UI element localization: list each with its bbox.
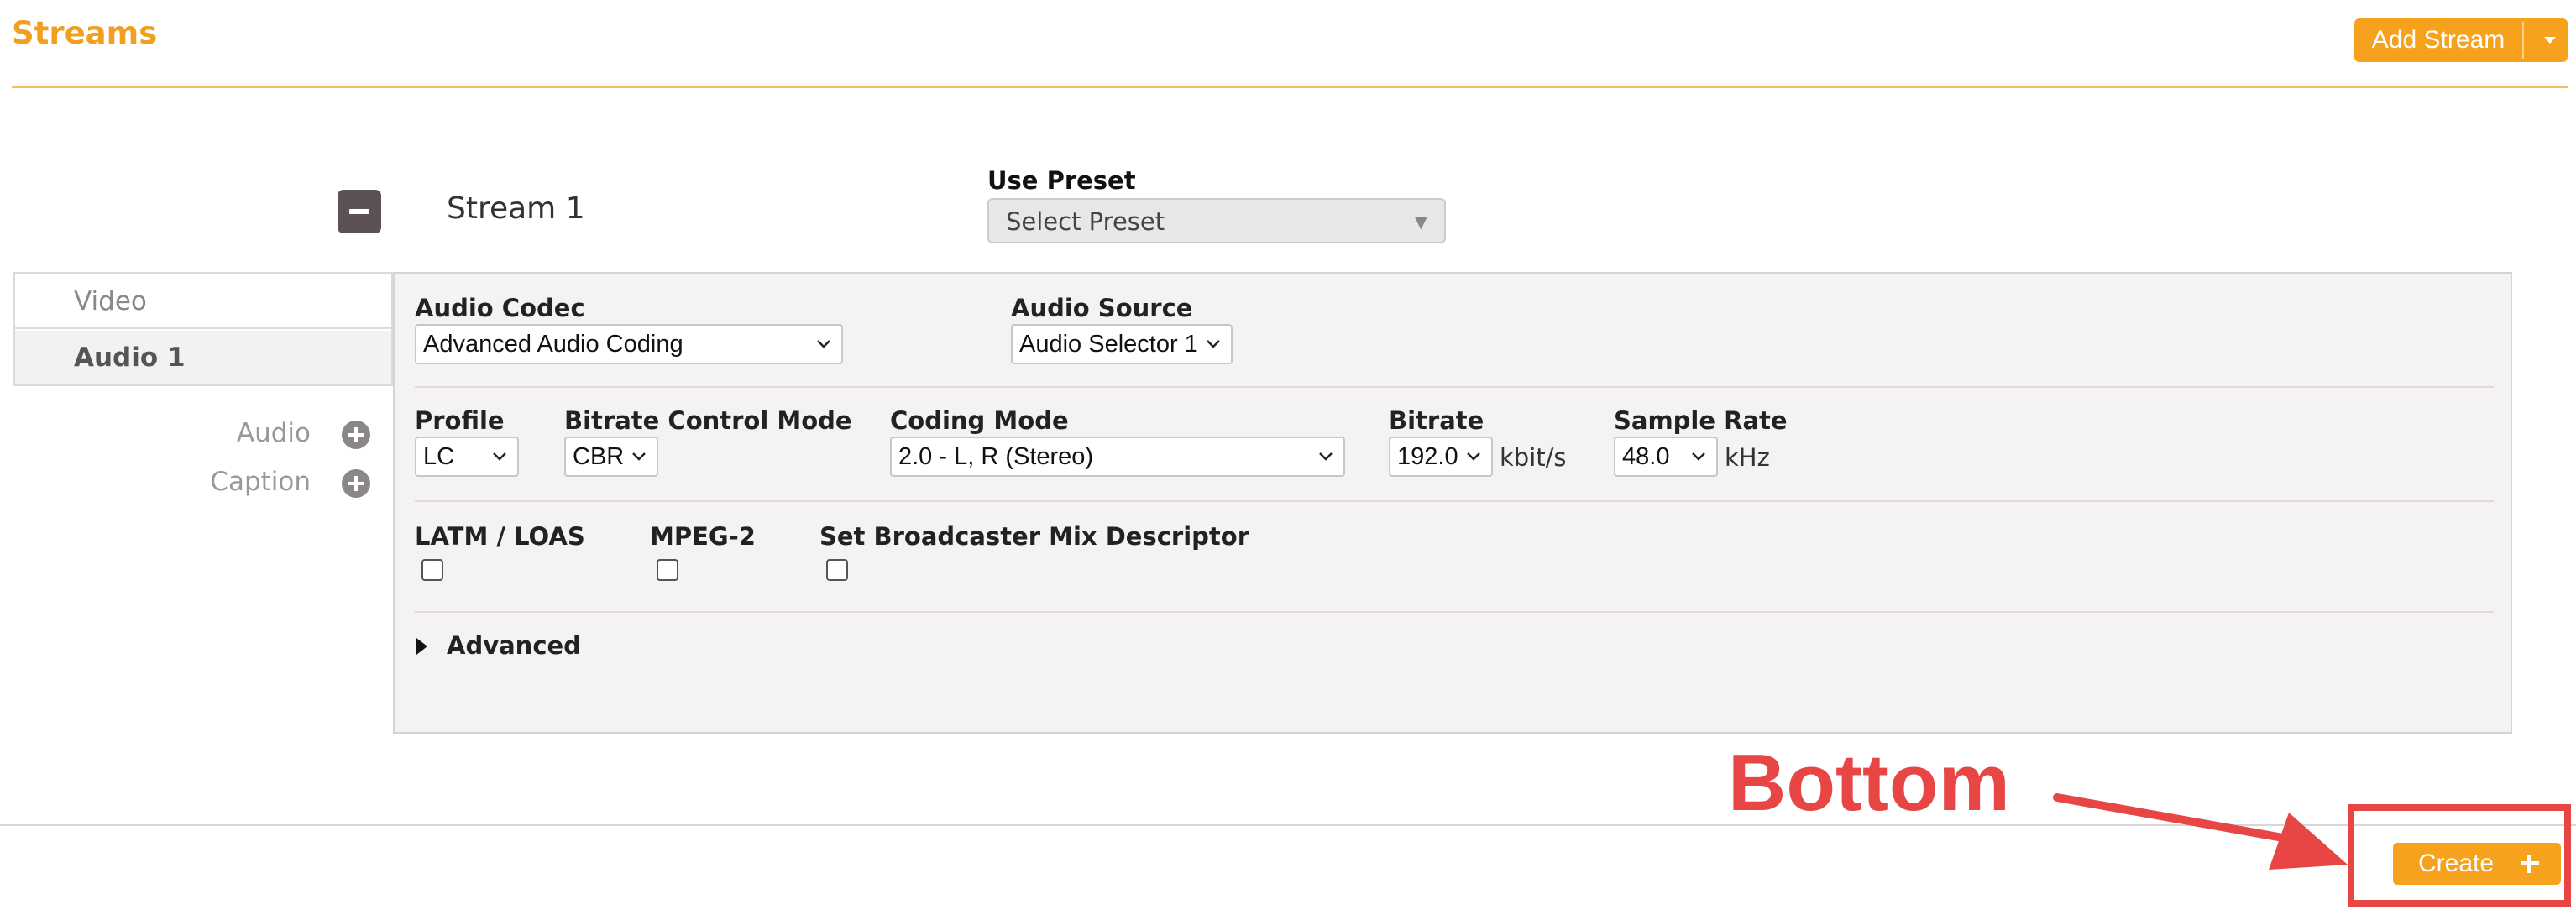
track-tabs: Video Audio 1 bbox=[13, 272, 393, 386]
bitrate-select[interactable]: 192.0 bbox=[1389, 437, 1493, 477]
header-divider bbox=[12, 86, 2568, 88]
chevron-down-icon bbox=[632, 452, 646, 461]
latm-label: LATM / LOAS bbox=[415, 522, 585, 551]
tab-video[interactable]: Video bbox=[15, 274, 391, 329]
sample-rate-select[interactable]: 48.0 bbox=[1614, 437, 1718, 477]
create-button[interactable]: Create bbox=[2393, 843, 2561, 885]
preset-label: Use Preset bbox=[987, 166, 1136, 195]
chevron-down-icon bbox=[1467, 452, 1480, 461]
bitrate-value: 192.0 bbox=[1397, 443, 1458, 470]
minus-icon bbox=[349, 209, 369, 214]
chevron-down-icon bbox=[1207, 340, 1220, 348]
preset-value: Select Preset bbox=[1006, 207, 1165, 236]
section-divider bbox=[415, 500, 2494, 502]
add-stream-button[interactable]: Add Stream bbox=[2354, 18, 2568, 62]
sample-rate-unit: kHz bbox=[1725, 443, 1770, 472]
chevron-down-icon bbox=[1692, 452, 1705, 461]
audio-source-value: Audio Selector 1 bbox=[1019, 331, 1198, 358]
annotation-text: Bottom bbox=[1728, 738, 2010, 828]
tab-audio-1[interactable]: Audio 1 bbox=[15, 331, 391, 384]
plus-circle-icon[interactable] bbox=[342, 421, 370, 449]
mpeg2-label: MPEG-2 bbox=[650, 522, 756, 551]
triangle-down-icon: ▼ bbox=[1414, 212, 1427, 232]
preset-select[interactable]: Select Preset ▼ bbox=[987, 198, 1446, 243]
bitrate-mode-select[interactable]: CBR bbox=[564, 437, 658, 477]
coding-mode-value: 2.0 - L, R (Stereo) bbox=[898, 443, 1094, 470]
annotation-arrow-icon bbox=[2053, 793, 2348, 870]
audio-codec-label: Audio Codec bbox=[415, 294, 585, 322]
bitrate-unit: kbit/s bbox=[1500, 443, 1567, 472]
triangle-right-icon[interactable] bbox=[416, 638, 427, 655]
add-audio-label[interactable]: Audio bbox=[0, 418, 311, 448]
latm-checkbox[interactable] bbox=[421, 559, 443, 581]
profile-value: LC bbox=[423, 443, 455, 470]
section-divider bbox=[415, 611, 2494, 613]
bitrate-label: Bitrate bbox=[1389, 406, 1484, 435]
plus-circle-icon[interactable] bbox=[342, 469, 370, 498]
mix-descriptor-checkbox[interactable] bbox=[826, 559, 848, 581]
mpeg2-checkbox[interactable] bbox=[657, 559, 678, 581]
plus-icon bbox=[2521, 855, 2539, 873]
create-label: Create bbox=[2418, 850, 2495, 877]
audio-source-select[interactable]: Audio Selector 1 bbox=[1011, 324, 1233, 364]
sample-rate-label: Sample Rate bbox=[1614, 406, 1788, 435]
section-divider bbox=[415, 386, 2494, 388]
add-stream-label: Add Stream bbox=[2371, 26, 2505, 54]
collapse-stream-button[interactable] bbox=[338, 190, 381, 233]
bitrate-mode-label: Bitrate Control Mode bbox=[564, 406, 852, 435]
page-title: Streams bbox=[12, 15, 158, 51]
audio-settings-panel: Audio Codec Advanced Audio Coding Audio … bbox=[393, 272, 2512, 734]
profile-label: Profile bbox=[415, 406, 505, 435]
audio-source-label: Audio Source bbox=[1011, 294, 1193, 322]
mix-descriptor-label: Set Broadcaster Mix Descriptor bbox=[819, 522, 1250, 551]
coding-mode-select[interactable]: 2.0 - L, R (Stereo) bbox=[890, 437, 1345, 477]
caret-down-icon[interactable] bbox=[2533, 18, 2567, 62]
sample-rate-value: 48.0 bbox=[1622, 443, 1670, 470]
add-caption-label[interactable]: Caption bbox=[0, 467, 311, 497]
coding-mode-label: Coding Mode bbox=[890, 406, 1069, 435]
chevron-down-icon bbox=[817, 340, 830, 348]
profile-select[interactable]: LC bbox=[415, 437, 519, 477]
stream-name: Stream 1 bbox=[447, 191, 585, 226]
bitrate-mode-value: CBR bbox=[573, 443, 625, 470]
chevron-down-icon bbox=[1319, 452, 1333, 461]
chevron-down-icon bbox=[493, 452, 506, 461]
audio-codec-value: Advanced Audio Coding bbox=[423, 331, 683, 358]
button-separator bbox=[2522, 22, 2524, 59]
advanced-toggle[interactable]: Advanced bbox=[447, 631, 581, 660]
audio-codec-select[interactable]: Advanced Audio Coding bbox=[415, 324, 843, 364]
